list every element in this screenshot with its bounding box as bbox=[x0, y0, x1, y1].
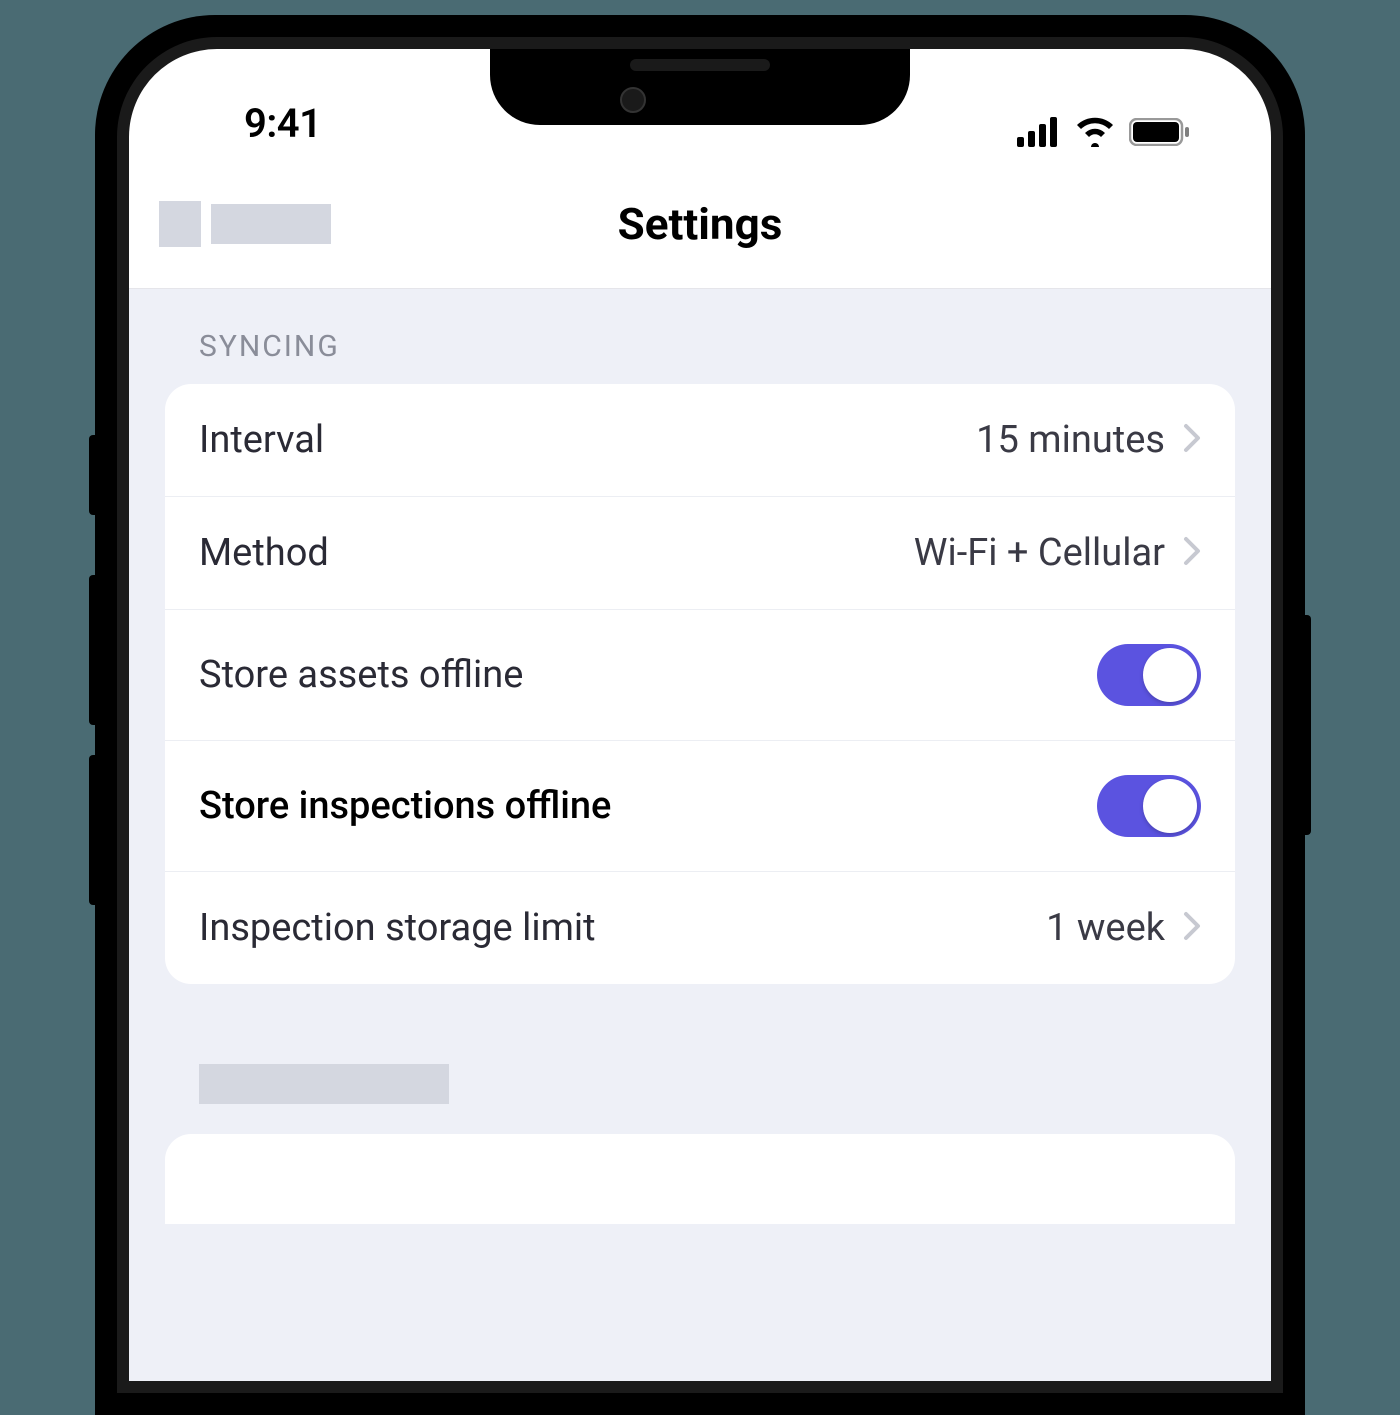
toggle-knob bbox=[1143, 648, 1197, 702]
row-interval-value: 15 minutes bbox=[976, 418, 1165, 462]
speaker-grille bbox=[630, 59, 770, 71]
section-header-placeholder bbox=[199, 1064, 449, 1104]
toggle-store-inspections[interactable] bbox=[1097, 775, 1201, 837]
back-icon-placeholder bbox=[159, 201, 201, 247]
content-area: SYNCING Interval 15 minutes Method bbox=[129, 289, 1271, 1381]
row-storage-limit[interactable]: Inspection storage limit 1 week bbox=[165, 872, 1235, 984]
row-method-value: Wi-Fi + Cellular bbox=[914, 531, 1165, 575]
row-store-inspections: Store inspections offline bbox=[165, 741, 1235, 872]
chevron-right-icon bbox=[1183, 423, 1201, 457]
back-button[interactable] bbox=[159, 201, 331, 247]
chevron-right-icon bbox=[1183, 911, 1201, 945]
wifi-icon bbox=[1075, 117, 1115, 147]
notch bbox=[490, 49, 910, 125]
mute-switch bbox=[89, 435, 99, 515]
front-camera bbox=[620, 87, 646, 113]
nav-bar: Settings bbox=[129, 159, 1271, 289]
phone-frame: 9:41 bbox=[95, 15, 1305, 1415]
row-store-inspections-label: Store inspections offline bbox=[199, 784, 611, 828]
back-label-placeholder bbox=[211, 204, 331, 244]
row-method-label: Method bbox=[199, 531, 329, 575]
row-storage-limit-value: 1 week bbox=[1046, 906, 1165, 950]
next-card-peek bbox=[165, 1134, 1235, 1224]
syncing-card: Interval 15 minutes Method Wi-Fi + Cellu… bbox=[165, 384, 1235, 984]
row-method[interactable]: Method Wi-Fi + Cellular bbox=[165, 497, 1235, 610]
battery-icon bbox=[1129, 118, 1191, 146]
power-button bbox=[1301, 615, 1311, 835]
row-interval[interactable]: Interval 15 minutes bbox=[165, 384, 1235, 497]
status-icons bbox=[1017, 117, 1201, 147]
volume-up-button bbox=[89, 575, 99, 725]
section-header-syncing: SYNCING bbox=[129, 329, 1271, 384]
row-interval-label: Interval bbox=[199, 418, 324, 462]
cellular-signal-icon bbox=[1017, 117, 1061, 147]
row-store-assets: Store assets offline bbox=[165, 610, 1235, 741]
chevron-right-icon bbox=[1183, 536, 1201, 570]
row-store-assets-label: Store assets offline bbox=[199, 653, 523, 697]
status-time: 9:41 bbox=[199, 100, 321, 147]
toggle-knob bbox=[1143, 779, 1197, 833]
screen: 9:41 bbox=[129, 49, 1271, 1381]
row-storage-limit-label: Inspection storage limit bbox=[199, 906, 596, 950]
toggle-store-assets[interactable] bbox=[1097, 644, 1201, 706]
page-title: Settings bbox=[618, 198, 783, 250]
volume-down-button bbox=[89, 755, 99, 905]
